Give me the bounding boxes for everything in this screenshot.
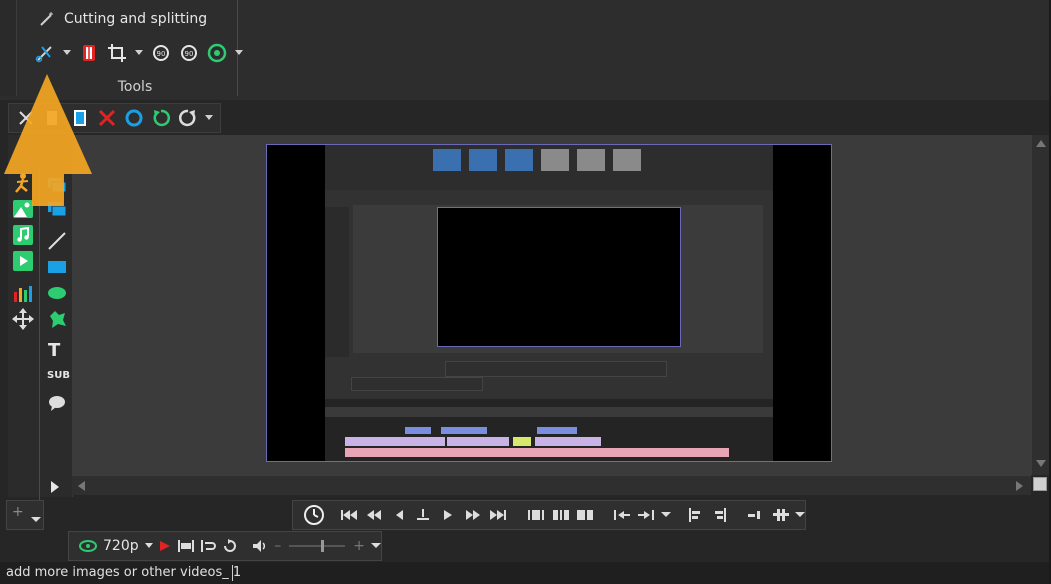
scissors-icon[interactable] (34, 42, 56, 64)
fit-icon[interactable] (177, 535, 194, 557)
split-view-icon[interactable] (550, 504, 571, 526)
markers-dropdown-icon[interactable] (660, 504, 671, 526)
ribbon-group-title: Cutting and splitting (64, 11, 208, 27)
svg-text:90: 90 (185, 50, 194, 58)
clock-icon[interactable] (303, 504, 325, 526)
video-preview-frame (266, 144, 832, 462)
subtitle-tool[interactable]: SUB (47, 370, 70, 381)
blob-icon[interactable] (46, 308, 68, 334)
tutorial-arrow-icon (0, 70, 100, 214)
rewind-icon[interactable] (363, 504, 384, 526)
svg-text:90: 90 (157, 50, 166, 58)
crop-dropdown-icon[interactable] (134, 42, 144, 64)
redo-icon[interactable] (177, 107, 199, 129)
previous-frame-icon[interactable] (388, 504, 409, 526)
nested-screenshot (325, 145, 773, 461)
rect-icon[interactable] (46, 258, 68, 280)
volume-decrease-icon[interactable]: – (274, 538, 281, 554)
output-toolbar: 720p – + (68, 531, 382, 561)
volume-icon[interactable] (252, 535, 268, 557)
loop-icon[interactable] (200, 535, 216, 557)
horizontal-scrollbar[interactable] (72, 475, 1031, 495)
snap-icon[interactable] (770, 504, 791, 526)
speech-bubble-icon[interactable] (47, 394, 67, 416)
skip-to-end-icon[interactable] (487, 504, 508, 526)
text-tool[interactable]: T (48, 340, 60, 361)
mark-out-icon[interactable] (636, 504, 657, 526)
crop-icon[interactable] (106, 42, 128, 64)
timeline-clip-name[interactable]: add more images or other videos_ 1 (6, 565, 241, 580)
speed-icon[interactable] (206, 42, 228, 64)
line-icon[interactable] (46, 230, 68, 256)
speed-dropdown-icon[interactable] (234, 42, 244, 64)
volume-increase-icon[interactable]: + (353, 538, 365, 554)
music-icon[interactable] (12, 224, 34, 250)
move-icon[interactable] (12, 308, 34, 334)
snap-dropdown-icon[interactable] (795, 504, 806, 526)
scissors-dropdown-icon[interactable] (62, 42, 72, 64)
ribbon-group-label: Tools (117, 79, 153, 95)
split-icon[interactable] (78, 42, 100, 64)
red-play-icon[interactable] (159, 535, 172, 557)
eye-icon[interactable] (79, 535, 97, 557)
play-icon[interactable] (438, 504, 459, 526)
repeat-icon[interactable] (222, 535, 238, 557)
resolution-selector[interactable]: 720p (103, 538, 139, 554)
undo-icon[interactable] (150, 107, 172, 129)
redo-dropdown-icon[interactable] (204, 107, 214, 129)
volume-slider[interactable] (287, 535, 347, 557)
skip-to-start-icon[interactable] (339, 504, 360, 526)
rotate-cw-90-icon[interactable]: 90 (178, 42, 200, 64)
rotate-ccw-90-icon[interactable]: 90 (150, 42, 172, 64)
resolution-dropdown-icon[interactable] (144, 535, 153, 557)
align-icon[interactable] (684, 504, 705, 526)
mark-in-icon[interactable] (611, 504, 632, 526)
ellipse-icon[interactable] (46, 284, 68, 306)
ribbon-group-header: Cutting and splitting (36, 8, 207, 30)
fast-forward-icon[interactable] (462, 504, 483, 526)
stop-icon[interactable] (413, 504, 434, 526)
equalizer-icon[interactable] (12, 282, 34, 308)
magic-wand-icon (36, 8, 58, 30)
split-view-icon[interactable] (525, 504, 546, 526)
align-icon[interactable] (709, 504, 730, 526)
tool-column-separator (39, 170, 40, 500)
split-view-icon[interactable] (575, 504, 596, 526)
record-icon[interactable] (123, 107, 145, 129)
snap-icon[interactable] (746, 504, 767, 526)
scroll-corner-button[interactable] (1033, 477, 1047, 491)
playback-toolbar (292, 500, 806, 530)
volume-dropdown-icon[interactable] (371, 535, 381, 557)
ribbon-tools-row: 90 90 (34, 40, 244, 66)
vertical-scrollbar[interactable] (1031, 135, 1050, 475)
video-icon[interactable] (12, 250, 34, 276)
expand-panel-icon[interactable] (50, 479, 60, 498)
timeline-zoom-control[interactable]: + (6, 500, 44, 530)
timeline-cursor[interactable] (232, 565, 233, 581)
